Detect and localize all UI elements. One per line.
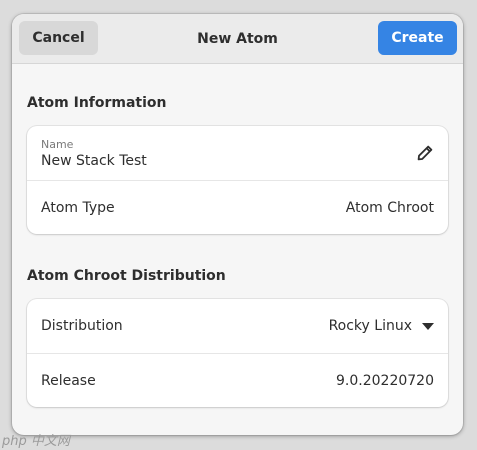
distribution-card: Distribution Rocky Linux Release 9.0.202…: [27, 299, 448, 407]
distribution-heading: Atom Chroot Distribution: [27, 268, 226, 284]
name-label: Name: [41, 137, 74, 151]
distribution-label: Distribution: [41, 318, 123, 334]
create-button[interactable]: Create: [378, 21, 457, 55]
new-atom-dialog: Cancel New Atom Create Atom Information …: [12, 14, 463, 435]
name-value[interactable]: New Stack Test: [41, 153, 147, 169]
cancel-button[interactable]: Cancel: [19, 21, 98, 55]
atom-type-label: Atom Type: [41, 199, 115, 216]
name-entry-row[interactable]: Name New Stack Test: [27, 126, 448, 180]
atom-type-row: Atom Type Atom Chroot: [27, 180, 448, 234]
distribution-row[interactable]: Distribution Rocky Linux: [27, 299, 448, 353]
header-bar: Cancel New Atom Create: [12, 14, 463, 64]
distribution-value: Rocky Linux: [328, 318, 412, 334]
release-row: Release 9.0.20220720: [27, 353, 448, 407]
release-value: 9.0.20220720: [336, 372, 434, 389]
watermark: php 中文网: [2, 434, 70, 449]
pencil-icon[interactable]: [416, 144, 434, 162]
release-label: Release: [41, 372, 96, 389]
name-entry[interactable]: Name New Stack Test: [41, 138, 147, 169]
atom-information-heading: Atom Information: [27, 95, 167, 111]
dropdown-arrow-icon: [422, 322, 434, 330]
atom-information-card: Name New Stack Test Atom Type Atom Chroo…: [27, 126, 448, 234]
atom-type-value: Atom Chroot: [345, 199, 434, 216]
distribution-dropdown[interactable]: Rocky Linux: [329, 318, 434, 334]
